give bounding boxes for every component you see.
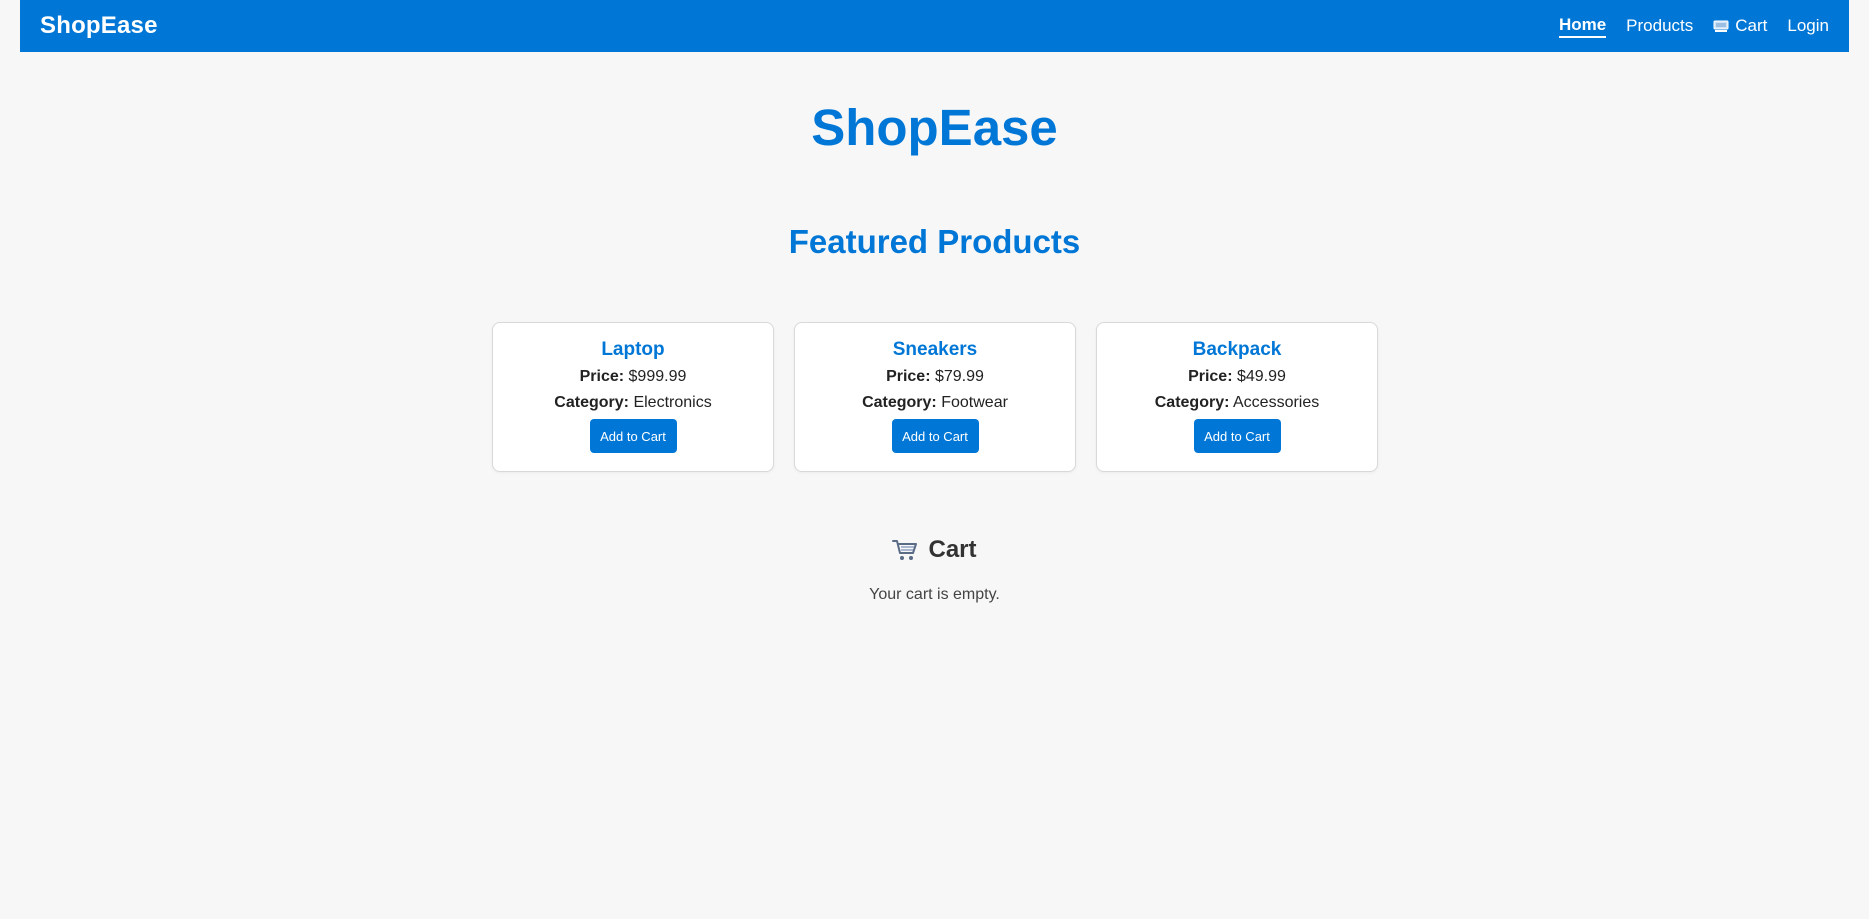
product-price: Price: $999.99 bbox=[493, 367, 773, 387]
product-list: Laptop Price: $999.99 Category: Electron… bbox=[492, 322, 1378, 472]
nav-link-home[interactable]: Home bbox=[1558, 15, 1607, 38]
cart-title: Cart bbox=[928, 536, 977, 563]
brand-logo[interactable]: ShopEase bbox=[40, 12, 158, 40]
price-label: Price: bbox=[886, 368, 931, 385]
product-category: Category: Electronics bbox=[493, 393, 773, 413]
featured-products-heading: Featured Products bbox=[788, 223, 1081, 260]
product-card-laptop: Laptop Price: $999.99 Category: Electron… bbox=[492, 322, 774, 472]
category-label: Category: bbox=[1154, 394, 1230, 411]
product-name: Laptop bbox=[601, 339, 665, 360]
add-to-cart-button[interactable]: Add to Cart bbox=[891, 419, 979, 453]
page-title: ShopEase bbox=[811, 99, 1058, 156]
category-value: Accessories bbox=[1233, 394, 1320, 411]
add-to-cart-button[interactable]: Add to Cart bbox=[1193, 419, 1281, 453]
product-card-backpack: Backpack Price: $49.99 Category: Accesso… bbox=[1096, 322, 1378, 472]
product-price: Price: $79.99 bbox=[795, 367, 1075, 387]
price-value: $49.99 bbox=[1236, 368, 1286, 385]
add-to-cart-button[interactable]: Add to Cart bbox=[589, 419, 677, 453]
nav-links: Home Products Cart Login bbox=[1558, 15, 1829, 38]
category-value: Footwear bbox=[941, 394, 1008, 411]
category-label: Category: bbox=[554, 394, 629, 411]
product-name: Backpack bbox=[1192, 339, 1282, 360]
nav-link-products[interactable]: Products bbox=[1626, 16, 1693, 36]
price-value: $999.99 bbox=[628, 368, 687, 385]
category-label: Category: bbox=[862, 394, 937, 411]
price-value: $79.99 bbox=[934, 368, 984, 385]
shopping-cart-icon bbox=[892, 540, 918, 560]
product-category: Category: Accessories bbox=[1097, 393, 1377, 413]
nav-link-cart-label: Cart bbox=[1735, 16, 1768, 35]
nav-link-cart[interactable]: Cart bbox=[1713, 16, 1767, 36]
cart-heading: Cart bbox=[0, 535, 1869, 565]
product-price: Price: $49.99 bbox=[1097, 367, 1377, 387]
cart-icon bbox=[1713, 20, 1729, 32]
product-card-sneakers: Sneakers Price: $79.99 Category: Footwea… bbox=[794, 322, 1076, 472]
cart-empty-message: Your cart is empty. bbox=[869, 586, 1000, 603]
nav-link-login[interactable]: Login bbox=[1787, 16, 1829, 36]
product-name: Sneakers bbox=[892, 339, 978, 360]
category-value: Electronics bbox=[633, 394, 712, 411]
price-label: Price: bbox=[1188, 368, 1233, 385]
top-navbar: ShopEase Home Products Cart Login bbox=[20, 0, 1849, 52]
product-category: Category: Footwear bbox=[795, 393, 1075, 413]
price-label: Price: bbox=[579, 368, 625, 385]
